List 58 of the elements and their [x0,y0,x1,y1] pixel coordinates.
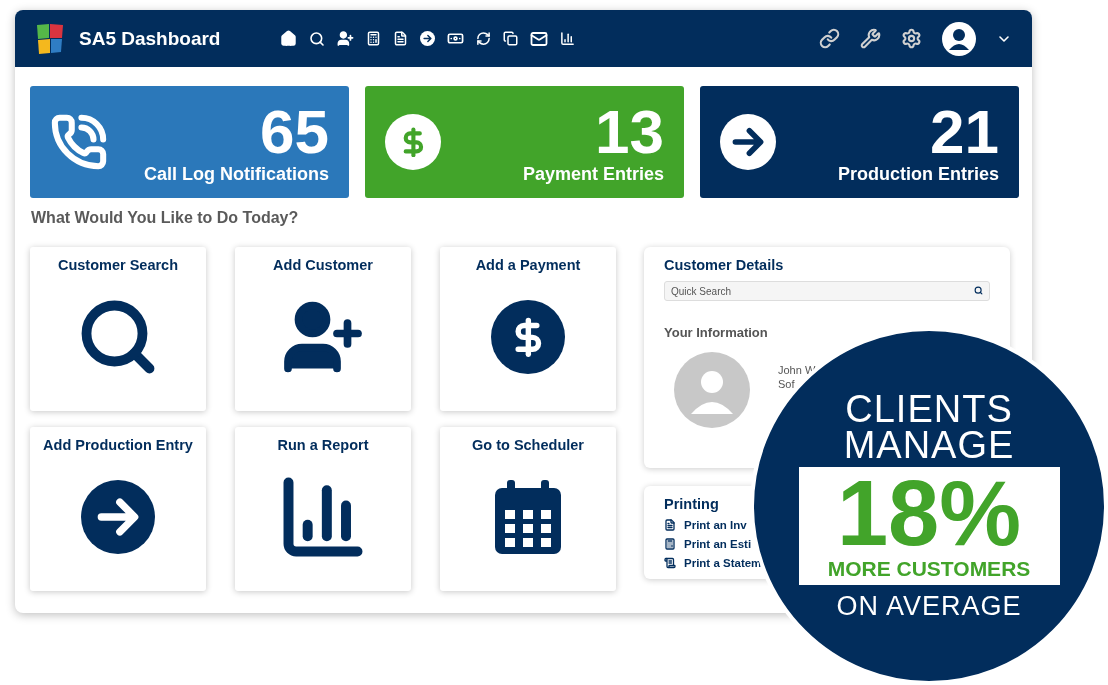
tile-title: Add Customer [273,257,373,273]
stat-label: Call Log Notifications [144,163,329,185]
mail-icon[interactable] [530,29,549,48]
card-title: Customer Details [664,257,785,273]
tile-title: Add Production Entry [43,437,193,453]
calculator-icon[interactable] [366,31,382,46]
action-tile[interactable]: Add a Payment [440,247,616,411]
settings-icon[interactable] [901,28,922,49]
tile-title: Customer Search [57,257,179,273]
phone-icon [50,113,108,171]
search-icon[interactable] [309,30,326,47]
bar-chart-icon[interactable] [560,31,576,46]
card-title: Printing [664,496,720,512]
user-plus-icon[interactable] [337,30,355,47]
stat-card[interactable]: 21 Production Entries [700,86,1019,198]
dollar-icon [385,114,441,170]
link-icon[interactable] [819,28,840,49]
figure-caption: MORE CUSTOMERS [827,556,1031,581]
search-icon[interactable] [974,286,983,295]
section-heading: What Would You Like to Do Today? [31,209,300,227]
wrench-icon[interactable] [860,28,881,49]
stat-count: 65 [260,99,329,164]
print-link[interactable]: Print a Statem [664,557,762,569]
tile-title: Go to Scheduler [472,437,584,453]
print-link[interactable]: Print an Esti [664,538,752,550]
action-tile[interactable]: Run a Report [235,427,411,591]
calendar-icon [495,480,561,554]
app-title: SA5 Dashboard [79,27,221,50]
document-icon[interactable] [393,31,409,46]
stat-label: Production Entries [838,163,999,185]
stat-count: 21 [930,99,999,164]
tile-title: Run a Report [277,437,369,453]
document-icon [664,519,676,531]
badge-text: MANAGE [843,426,1015,463]
search-field[interactable]: Quick Search [664,281,990,301]
stat-count: 13 [595,99,664,164]
tile-title: Add a Payment [475,257,581,273]
document-icon [664,557,676,569]
puzzle-logo [35,22,65,55]
home-icon[interactable] [280,30,298,47]
refresh-icon[interactable] [476,31,492,46]
badge-text: CLIENTS [845,390,1013,427]
section-title: Your Information [664,325,769,340]
action-tile[interactable]: Customer Search [30,247,206,411]
banknote-icon[interactable] [447,30,465,47]
user-role: Sof [778,378,796,390]
user-avatar-icon[interactable] [942,21,976,56]
calculator-icon [664,538,676,550]
percent-figure: 18% [836,468,1022,557]
copy-icon[interactable] [503,31,519,46]
stat-card[interactable]: 65 Call Log Notifications [30,86,349,198]
arrow-icon [420,31,436,46]
badge-text: ON AVERAGE [836,590,1022,622]
action-tile[interactable]: Add Customer [235,247,411,411]
action-tile[interactable]: Go to Scheduler [440,427,616,591]
action-tile[interactable]: Add Production Entry [30,427,206,591]
print-link[interactable]: Print an Inv [664,519,747,531]
stat-label: Payment Entries [522,163,664,185]
